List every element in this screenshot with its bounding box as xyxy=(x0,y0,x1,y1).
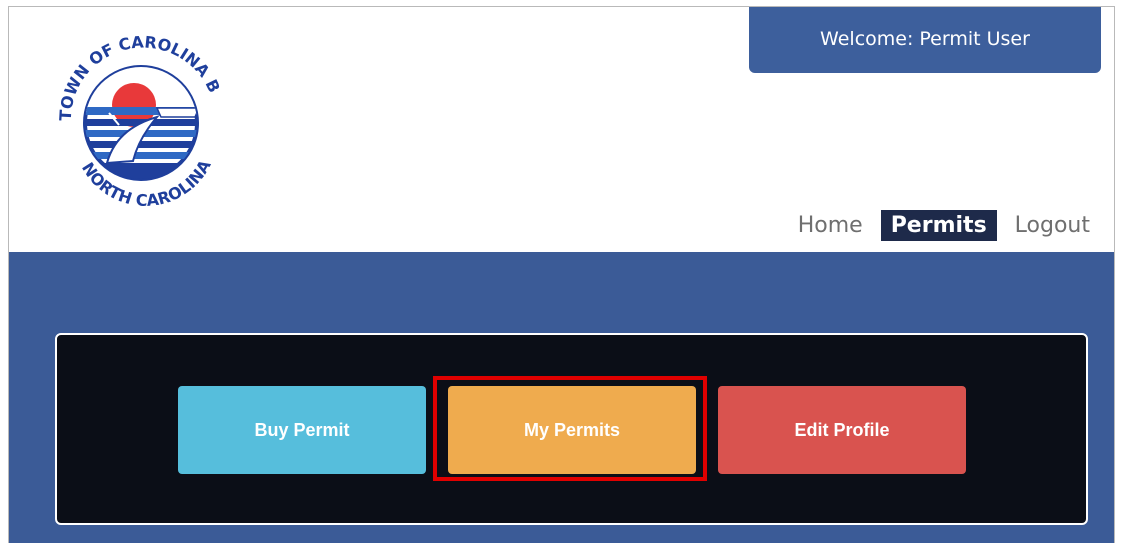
main-nav: Home Permits Logout xyxy=(788,210,1100,241)
nav-logout[interactable]: Logout xyxy=(1005,210,1100,241)
town-seal-logo: TOWN OF CAROLINA BEACH NORTH CAROLINA xyxy=(49,13,224,210)
nav-permits[interactable]: Permits xyxy=(880,210,997,241)
welcome-banner: Welcome: Permit User xyxy=(749,7,1101,73)
buy-permit-button[interactable]: Buy Permit xyxy=(178,386,426,474)
nav-home[interactable]: Home xyxy=(788,210,873,241)
actions-panel: Buy Permit My Permits Edit Profile xyxy=(55,333,1088,525)
my-permits-button[interactable]: My Permits xyxy=(448,386,696,474)
content-band: Buy Permit My Permits Edit Profile xyxy=(9,252,1114,543)
edit-profile-button[interactable]: Edit Profile xyxy=(718,386,966,474)
page-frame: TOWN OF CAROLINA BEACH NORTH CAROLINA We… xyxy=(8,6,1115,543)
